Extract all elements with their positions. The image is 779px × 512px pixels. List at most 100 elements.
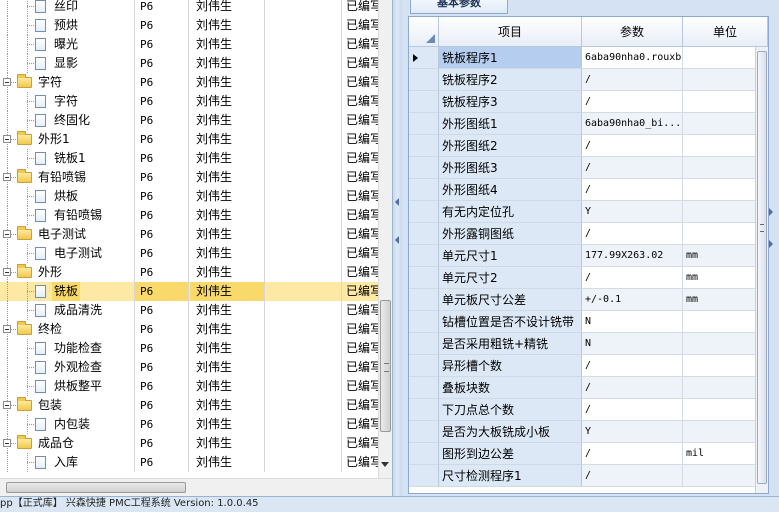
parameter-value-cell[interactable]: /	[582, 399, 683, 421]
parameter-row[interactable]: 外形图纸3/	[409, 157, 768, 179]
parameter-row[interactable]: 下刀点总个数 /	[409, 399, 768, 421]
parameter-unit-cell[interactable]: mil	[683, 443, 755, 465]
parameter-unit-cell[interactable]	[683, 69, 755, 91]
tree-node-label[interactable]: 铣板	[52, 282, 81, 301]
grid-select-all-corner[interactable]	[409, 17, 439, 47]
parameter-unit-cell[interactable]: mm	[683, 289, 755, 311]
parameter-value-cell[interactable]: N	[582, 333, 683, 355]
parameter-row[interactable]: 外形露铜图纸 /	[409, 223, 768, 245]
column-header-unit[interactable]: 单位	[683, 17, 768, 47]
parameter-row[interactable]: 单元尺寸2/mm	[409, 267, 768, 289]
parameter-unit-cell[interactable]	[683, 223, 755, 245]
tree-node-label[interactable]: 电子测试	[52, 244, 104, 263]
parameter-grid[interactable]: 项目 参数 单位 铣板程序1 6aba90nha0.rouxb 铣板程序2/铣板程序…	[408, 16, 769, 494]
tree-node-label[interactable]: 终检	[36, 320, 64, 339]
tree-node-label[interactable]: 终固化	[52, 111, 92, 130]
parameter-value-cell[interactable]: /	[582, 377, 683, 399]
parameter-row[interactable]: 异形槽个数 /	[409, 355, 768, 377]
tree-node-label[interactable]: 有铅喷锡	[36, 168, 88, 187]
parameter-unit-cell[interactable]	[683, 311, 755, 333]
tree-node-label[interactable]: 包装	[36, 396, 64, 415]
tree-node-label[interactable]: 铣板1	[52, 149, 88, 168]
tab-basic-params[interactable]: 基本参数	[410, 0, 508, 14]
tree-row[interactable]: 成品清洗 P6 刘伟生 已编写	[0, 301, 378, 320]
tree-folder-row[interactable]: 有铅喷锡 P6 刘伟生 已编写	[0, 168, 378, 187]
tree-node-label[interactable]: 成品仓	[36, 434, 76, 453]
tree-folder-row[interactable]: 外形1 P6 刘伟生 已编写	[0, 130, 378, 149]
collapse-left-arrow-icon[interactable]	[395, 236, 399, 244]
row-indicator[interactable]	[409, 465, 439, 487]
parameter-row[interactable]: 外形图纸1 6aba90nha0_bi...	[409, 113, 768, 135]
parameter-value-cell[interactable]: N	[582, 311, 683, 333]
row-indicator[interactable]	[409, 201, 439, 223]
parameter-value-cell[interactable]: /	[582, 179, 683, 201]
tree-node-label[interactable]: 功能检查	[52, 339, 104, 358]
tree-folder-row[interactable]: 字符 P6 刘伟生 已编写	[0, 73, 378, 92]
tree-row[interactable]: 电子测试 P6 刘伟生 已编写	[0, 244, 378, 263]
parameter-unit-cell[interactable]	[683, 333, 755, 355]
parameter-unit-cell[interactable]	[683, 47, 755, 69]
parameter-value-cell[interactable]: /	[582, 135, 683, 157]
panel-splitter[interactable]	[392, 0, 402, 496]
row-indicator[interactable]	[409, 311, 439, 333]
tree-folder-row[interactable]: 成品仓 P6 刘伟生 已编写	[0, 434, 378, 453]
parameter-unit-cell[interactable]: mm	[683, 245, 755, 267]
tree-node-label[interactable]: 预烘	[52, 16, 80, 35]
row-indicator[interactable]	[409, 333, 439, 355]
parameter-unit-cell[interactable]	[683, 377, 755, 399]
tree-node-label[interactable]: 外形	[36, 263, 64, 282]
parameter-value-cell[interactable]: +/-0.1	[582, 289, 683, 311]
row-indicator[interactable]	[409, 91, 439, 113]
collapse-toggle-icon[interactable]	[3, 401, 11, 409]
row-indicator[interactable]	[409, 377, 439, 399]
row-indicator[interactable]	[409, 223, 439, 245]
process-tree-grid[interactable]: 丝印 P6 刘伟生 已编写 预烘 P6 刘伟生 已编写 曝光 P6 刘伟生 已编写 显影 P6 刘伟生 已编写…	[0, 0, 392, 496]
row-indicator[interactable]	[409, 47, 439, 69]
tree-node-label[interactable]: 电子测试	[36, 225, 88, 244]
row-indicator[interactable]	[409, 421, 439, 443]
parameter-value-cell[interactable]: /	[582, 465, 683, 487]
tree-row[interactable]: 终固化 P6 刘伟生 已编写	[0, 111, 378, 130]
tree-node-label[interactable]: 有铅喷锡	[52, 206, 104, 225]
parameter-vertical-scrollbar[interactable]	[755, 47, 768, 493]
tree-row[interactable]: 功能检查 P6 刘伟生 已编写	[0, 339, 378, 358]
parameter-unit-cell[interactable]	[683, 113, 755, 135]
row-indicator[interactable]	[409, 399, 439, 421]
parameter-row[interactable]: 钻槽位置是否不设计铣带 N	[409, 311, 768, 333]
collapse-toggle-icon[interactable]	[3, 135, 11, 143]
tree-row[interactable]: 显影 P6 刘伟生 已编写	[0, 54, 378, 73]
collapse-toggle-icon[interactable]	[3, 78, 11, 86]
parameter-row[interactable]: 铣板程序2/	[409, 69, 768, 91]
parameter-value-cell[interactable]: /	[582, 69, 683, 91]
parameter-value-cell[interactable]: 6aba90nha0.rouxb	[582, 47, 683, 69]
collapse-toggle-icon[interactable]	[3, 230, 11, 238]
tree-row[interactable]: 字符 P6 刘伟生 已编写	[0, 92, 378, 111]
parameter-row[interactable]: 单元尺寸1 177.99X263.02 mm	[409, 245, 768, 267]
collapse-toggle-icon[interactable]	[3, 439, 11, 447]
expand-right-arrow-icon[interactable]	[769, 208, 773, 216]
tree-vertical-scrollbar[interactable]	[378, 0, 392, 478]
parameter-unit-cell[interactable]	[683, 465, 755, 487]
tree-row[interactable]: 入库 P6 刘伟生 已编写	[0, 453, 378, 472]
collapse-toggle-icon[interactable]	[3, 268, 11, 276]
parameter-value-cell[interactable]: /	[582, 223, 683, 245]
tree-folder-row[interactable]: 电子测试 P6 刘伟生 已编写	[0, 225, 378, 244]
parameter-unit-cell[interactable]	[683, 355, 755, 377]
parameter-row[interactable]: 尺寸检测程序1/	[409, 465, 768, 487]
tree-folder-row[interactable]: 终检 P6 刘伟生 已编写	[0, 320, 378, 339]
parameter-unit-cell[interactable]	[683, 399, 755, 421]
tree-node-label[interactable]: 字符	[52, 92, 80, 111]
parameter-value-cell[interactable]: 177.99X263.02	[582, 245, 683, 267]
expand-right-arrow-icon[interactable]	[769, 240, 773, 248]
column-header-item[interactable]: 项目	[439, 17, 582, 47]
scroll-down-arrow-icon[interactable]	[381, 462, 389, 467]
row-indicator[interactable]	[409, 113, 439, 135]
tree-horizontal-scrollbar[interactable]	[0, 478, 392, 496]
parameter-row[interactable]: 是否为大板铣成小板 Y	[409, 421, 768, 443]
parameter-value-cell[interactable]: /	[582, 157, 683, 179]
parameter-value-cell[interactable]: /	[582, 267, 683, 289]
collapse-left-arrow-icon[interactable]	[395, 198, 399, 206]
tree-node-label[interactable]: 入库	[52, 453, 80, 472]
tree-node-label[interactable]: 成品清洗	[52, 301, 104, 320]
tree-scroll-thumb[interactable]	[380, 300, 391, 432]
